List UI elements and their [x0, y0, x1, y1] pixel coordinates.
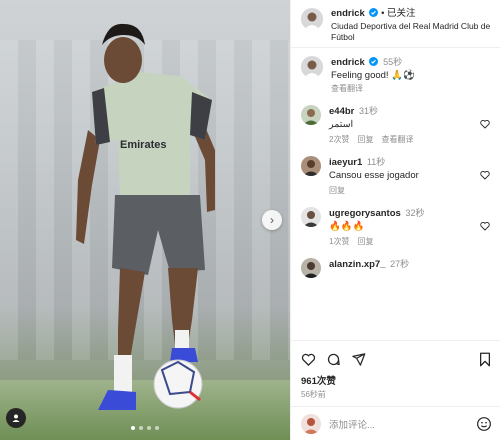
comment-item: ugregorysantos 32秒 🔥🔥🔥 1次赞 回复 [301, 207, 490, 248]
comment-likes[interactable]: 1次赞 [329, 235, 349, 248]
comment-text: 🔥🔥🔥 [329, 221, 365, 232]
carousel-dot [155, 426, 159, 430]
next-photo-button[interactable]: › [262, 210, 282, 230]
commenter-avatar[interactable] [301, 105, 321, 125]
user-icon [12, 414, 20, 422]
verified-badge-icon [369, 57, 379, 66]
commenter-username[interactable]: e44br [329, 106, 354, 117]
like-comment-heart-icon[interactable] [480, 170, 490, 180]
location-link[interactable]: Ciudad Deportiva del Real Madrid Club de… [331, 21, 492, 43]
commenter-avatar[interactable] [301, 258, 321, 278]
comment-item: alanzin.xp7_ 27秒 [301, 258, 490, 278]
current-user-avatar [301, 413, 321, 434]
reply-button[interactable]: 回复 [357, 235, 373, 248]
post-actions-footer: 961次赞 56秒前 [291, 340, 500, 406]
carousel-dot [147, 426, 151, 430]
like-comment-heart-icon[interactable] [480, 221, 490, 231]
see-translation-link[interactable]: 查看翻译 [381, 133, 413, 146]
add-comment-bar: 添加评论... [291, 406, 500, 440]
save-bookmark-icon[interactable] [478, 352, 492, 367]
shirt-sponsor: Emirates [120, 139, 166, 151]
verified-badge-icon [369, 8, 379, 17]
reply-button[interactable]: 回复 [357, 133, 373, 146]
comment-item: e44br 31秒 استمر 2次赞 回复 查看翻译 [301, 105, 490, 146]
comment-time: 11秒 [366, 157, 386, 167]
carousel-dots [0, 426, 290, 430]
like-heart-icon[interactable] [301, 352, 316, 367]
caption-time: 55秒 [383, 57, 403, 67]
commenter-avatar[interactable] [301, 207, 321, 227]
posted-time: 56秒前 [301, 390, 326, 399]
caption: endrick 55秒 Feeling good! 🙏⚽ 查看翻译 [301, 56, 490, 95]
post-photo[interactable]: Emirates › [0, 0, 290, 440]
caption-text: Feeling good! 🙏⚽ [331, 70, 415, 81]
carousel-dot [131, 426, 135, 430]
player-illustration: Emirates [76, 23, 215, 410]
tagged-users-button[interactable] [6, 408, 26, 428]
commenter-username[interactable]: iaeyur1 [329, 157, 362, 168]
author-avatar[interactable] [301, 56, 323, 78]
author-username[interactable]: endrick [331, 8, 365, 19]
comment-time: 32秒 [405, 208, 425, 218]
instagram-post-modal: Emirates › endrick • 已关注 Ciudad Deportiv… [0, 0, 500, 440]
commenter-avatar[interactable] [301, 156, 321, 176]
comment-icon[interactable] [326, 352, 341, 367]
post-sidebar: endrick • 已关注 Ciudad Deportiva del Real … [290, 0, 500, 440]
emoji-icon[interactable] [476, 416, 492, 432]
comment-likes[interactable]: 2次赞 [329, 133, 349, 146]
carousel-dot [139, 426, 143, 430]
comment-item: iaeyur1 11秒 Cansou esse jogador 回复 [301, 156, 490, 197]
see-translation-link[interactable]: 查看翻译 [331, 82, 363, 95]
comments-list: endrick 55秒 Feeling good! 🙏⚽ 查看翻译 e44br … [291, 48, 500, 340]
likes-count[interactable]: 961次赞 [301, 373, 492, 387]
follow-status-button[interactable]: 已关注 [387, 8, 416, 19]
like-comment-heart-icon[interactable] [480, 119, 490, 129]
comment-time: 27秒 [390, 259, 410, 269]
author-avatar[interactable] [301, 8, 323, 30]
add-comment-input[interactable]: 添加评论... [329, 417, 468, 431]
post-header: endrick • 已关注 Ciudad Deportiva del Real … [291, 0, 500, 48]
reply-button[interactable]: 回复 [329, 184, 345, 197]
commenter-username[interactable]: ugregorysantos [329, 208, 401, 219]
comment-time: 31秒 [359, 106, 379, 116]
commenter-username[interactable]: alanzin.xp7_ [329, 259, 386, 270]
comment-text: Cansou esse jogador [329, 170, 419, 181]
share-icon[interactable] [351, 352, 366, 367]
comment-text: استمر [329, 119, 354, 130]
caption-author[interactable]: endrick [331, 57, 365, 68]
